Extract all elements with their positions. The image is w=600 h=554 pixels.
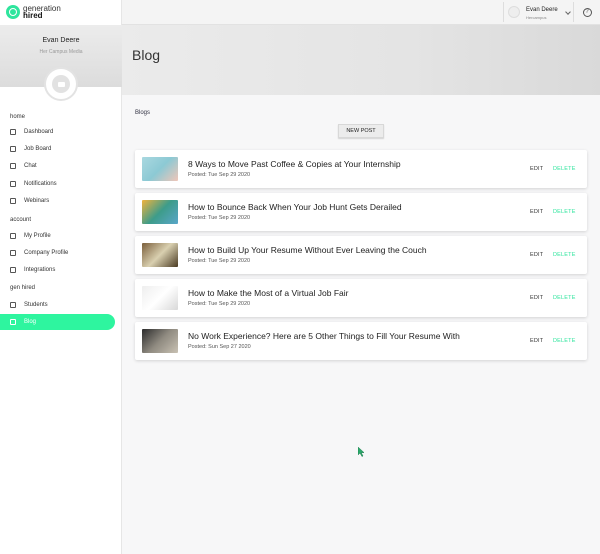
bell-icon: [10, 181, 16, 187]
sidebar-item-students[interactable]: Students: [0, 297, 115, 313]
company-icon: [10, 250, 16, 256]
post-thumbnail: [142, 157, 178, 181]
user-menu[interactable]: Evan Deere Hercampus: [503, 2, 573, 22]
edit-button[interactable]: EDIT: [530, 166, 543, 172]
user-avatar: [508, 6, 520, 18]
blog-post-card[interactable]: How to Make the Most of a Virtual Job Fa…: [135, 279, 587, 317]
new-post-button[interactable]: NEW POST: [338, 124, 384, 138]
profile-name: Evan Deere: [42, 37, 80, 44]
sidebar-item-label: Chat: [24, 163, 37, 169]
job-board-icon: [10, 146, 16, 152]
sidebar-item-label: Students: [24, 302, 48, 308]
sidebar-item-integrations[interactable]: Integrations: [0, 262, 115, 278]
sidebar-item-my-profile[interactable]: My Profile: [0, 228, 115, 244]
sidebar-item-label: Dashboard: [24, 129, 54, 135]
chat-icon: [10, 163, 16, 169]
avatar-placeholder-icon: [52, 75, 70, 93]
delete-button[interactable]: DELETE: [553, 295, 576, 301]
logo-icon: [6, 5, 20, 19]
sidebar-item-label: Notifications: [24, 181, 57, 187]
post-thumbnail: [142, 243, 178, 267]
post-date: Posted: Sun Sep 27 2020: [188, 344, 251, 350]
section-title-account: account: [10, 217, 32, 223]
top-bar: Evan Deere Hercampus ?: [122, 0, 600, 25]
sidebar-item-webinars[interactable]: Webinars: [0, 193, 115, 209]
user-name: Evan Deere: [526, 7, 558, 13]
post-date: Posted: Tue Sep 29 2020: [188, 172, 251, 178]
post-date: Posted: Tue Sep 29 2020: [188, 258, 251, 264]
post-title[interactable]: How to Bounce Back When Your Job Hunt Ge…: [188, 202, 402, 212]
help-button[interactable]: ?: [573, 2, 600, 22]
post-date: Posted: Tue Sep 29 2020: [188, 215, 251, 221]
edit-button[interactable]: EDIT: [530, 338, 543, 344]
brand-logo[interactable]: generation hired: [6, 3, 61, 21]
post-title[interactable]: 8 Ways to Move Past Coffee & Copies at Y…: [188, 159, 401, 169]
brand-line2: hired: [23, 11, 43, 20]
section-title-home: home: [10, 114, 26, 120]
page-title: Blog: [132, 47, 161, 63]
profile-org: Her Campus Media: [39, 49, 83, 55]
post-date: Posted: Tue Sep 29 2020: [188, 301, 251, 307]
delete-button[interactable]: DELETE: [553, 209, 576, 215]
edit-button[interactable]: EDIT: [530, 209, 543, 215]
delete-button[interactable]: DELETE: [553, 252, 576, 258]
section-title-gen-hired: gen hired: [10, 285, 36, 291]
sidebar-item-dashboard[interactable]: Dashboard: [0, 124, 115, 140]
sidebar-item-label: Webinars: [24, 198, 50, 204]
dashboard-icon: [10, 129, 16, 135]
post-title[interactable]: How to Build Up Your Resume Without Ever…: [188, 245, 427, 255]
sidebar-item-label: Blog: [24, 319, 37, 325]
sidebar-item-chat[interactable]: Chat: [0, 158, 115, 174]
integrations-icon: [10, 267, 16, 273]
sidebar-item-job-board[interactable]: Job Board: [0, 141, 115, 157]
chevron-down-icon: [565, 9, 571, 15]
sidebar-item-label: My Profile: [24, 233, 51, 239]
sidebar-item-notifications[interactable]: Notifications: [0, 176, 115, 192]
sidebar: generation hired Evan Deere Her Campus M…: [0, 0, 122, 554]
sidebar-item-label: Company Profile: [24, 250, 69, 256]
post-title[interactable]: No Work Experience? Here are 5 Other Thi…: [188, 331, 460, 341]
graduation-icon: [10, 302, 16, 308]
video-icon: [10, 198, 16, 204]
user-icon: [10, 233, 16, 239]
sidebar-item-label: Job Board: [24, 146, 52, 152]
blog-icon: [10, 319, 16, 325]
blog-post-card[interactable]: 8 Ways to Move Past Coffee & Copies at Y…: [135, 150, 587, 188]
delete-button[interactable]: DELETE: [553, 338, 576, 344]
post-thumbnail: [142, 286, 178, 310]
avatar[interactable]: [44, 67, 78, 101]
sidebar-item-blog[interactable]: Blog: [0, 314, 115, 330]
sidebar-item-company-profile[interactable]: Company Profile: [0, 245, 115, 261]
edit-button[interactable]: EDIT: [530, 295, 543, 301]
post-thumbnail: [142, 200, 178, 224]
post-title[interactable]: How to Make the Most of a Virtual Job Fa…: [188, 288, 348, 298]
breadcrumb[interactable]: Blogs: [135, 110, 150, 116]
sidebar-item-label: Integrations: [24, 267, 56, 273]
blog-post-card[interactable]: No Work Experience? Here are 5 Other Thi…: [135, 322, 587, 360]
user-org: Hercampus: [526, 15, 547, 20]
blog-post-card[interactable]: How to Bounce Back When Your Job Hunt Ge…: [135, 193, 587, 231]
blog-post-card[interactable]: How to Build Up Your Resume Without Ever…: [135, 236, 587, 274]
page-header: Blog: [122, 25, 600, 95]
post-thumbnail: [142, 329, 178, 353]
edit-button[interactable]: EDIT: [530, 252, 543, 258]
delete-button[interactable]: DELETE: [553, 166, 576, 172]
help-icon: ?: [582, 7, 592, 17]
